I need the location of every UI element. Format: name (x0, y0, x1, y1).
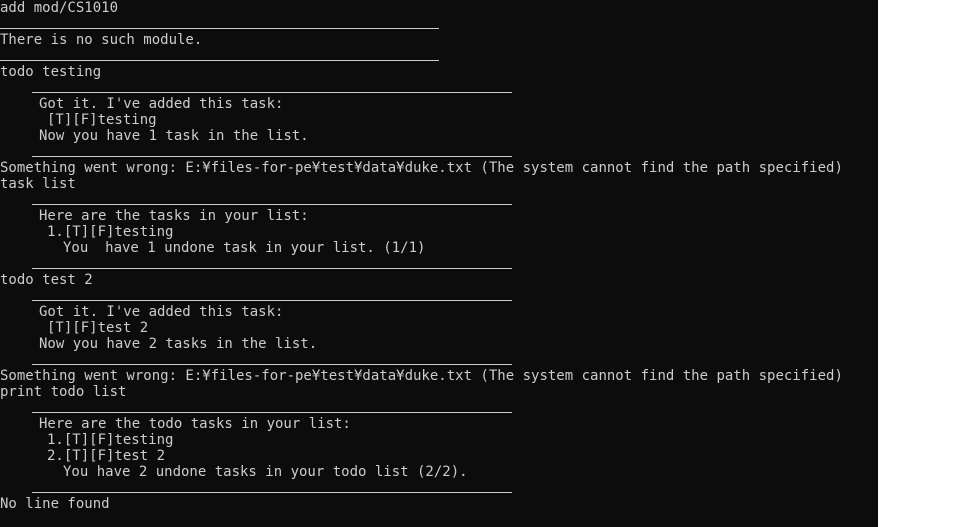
task-line: [T][F]testing (47, 112, 157, 128)
separator-line (0, 16, 878, 32)
response-line: Now you have 1 task in the list. (39, 128, 309, 144)
response-line: Now you have 2 tasks in the list. (39, 336, 318, 352)
separator-line (0, 256, 878, 272)
separator-line (0, 144, 878, 160)
response-line: There is no such module. (0, 32, 203, 48)
separator-line (0, 352, 878, 368)
separator-line (0, 48, 878, 64)
task-line: 1.[T][F]testing (47, 224, 174, 240)
user-command-line: print todo list (0, 384, 127, 400)
error-line: No line found (0, 496, 110, 512)
terminal-output[interactable]: add mod/CS1010 There is no such module. … (0, 0, 878, 527)
error-line: Something went wrong: E:¥files-for-pe¥te… (0, 160, 843, 176)
task-line: 2.[T][F]test 2 (47, 448, 166, 464)
separator-line (0, 80, 878, 96)
summary-line: You have 2 undone tasks in your todo lis… (63, 464, 468, 480)
user-command-line: todo test 2 (0, 272, 93, 288)
separator-line (0, 192, 878, 208)
task-line: [T][F]test 2 (47, 320, 149, 336)
error-line: Something went wrong: E:¥files-for-pe¥te… (0, 368, 843, 384)
user-command-line: add mod/CS1010 (0, 0, 119, 16)
separator-line (0, 400, 878, 416)
response-line: Here are the todo tasks in your list: (39, 416, 351, 432)
response-line: Got it. I've added this task: (39, 96, 284, 112)
task-line: 1.[T][F]testing (47, 432, 174, 448)
response-line: Got it. I've added this task: (39, 304, 284, 320)
user-command-line: todo testing (0, 64, 102, 80)
separator-line (0, 480, 878, 496)
user-command-line: task list (0, 176, 76, 192)
response-line: Here are the tasks in your list: (39, 208, 309, 224)
separator-line (0, 288, 878, 304)
summary-line: You have 1 undone task in your list. (1/… (63, 240, 426, 256)
